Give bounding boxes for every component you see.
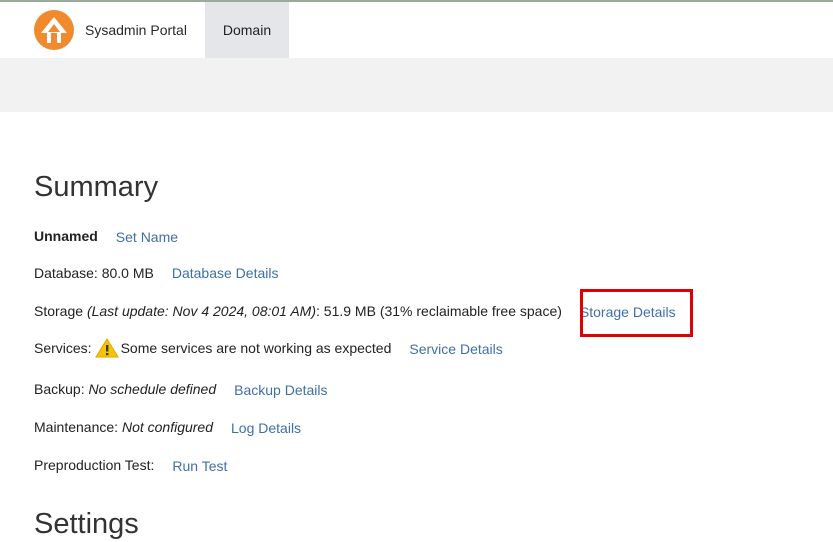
service-details-link[interactable]: Service Details (409, 341, 502, 357)
tab-domain-label: Domain (222, 22, 272, 38)
preproduction-label: Preproduction Test: (34, 457, 155, 473)
backup-row: Backup: No schedule defined Backup Detai… (34, 380, 328, 398)
tab-domain[interactable]: Domain (205, 2, 289, 58)
backup-label: Backup: (34, 381, 85, 397)
preproduction-row: Preproduction Test: Run Test (34, 456, 227, 474)
name-row: Unnamed Set Name (34, 227, 178, 245)
name-value: Unnamed (34, 228, 98, 244)
set-name-link[interactable]: Set Name (116, 229, 178, 245)
database-label: Database: 80.0 MB (34, 265, 154, 281)
storage-details-highlight (580, 289, 693, 337)
subheader-band (0, 58, 833, 112)
services-status: Some services are not working as expecte… (120, 340, 392, 356)
page: Sysadmin Portal Domain Summary Unnamed S… (0, 0, 833, 542)
settings-heading: Settings (34, 508, 139, 540)
storage-label: Storage (34, 303, 84, 319)
run-test-link[interactable]: Run Test (172, 458, 227, 474)
top-bar: Sysadmin Portal Domain (0, 0, 833, 58)
maintenance-value: Not configured (121, 419, 214, 435)
services-label: Services: (34, 340, 92, 356)
backup-value: No schedule defined (88, 381, 217, 397)
brand-title[interactable]: Sysadmin Portal (85, 22, 187, 38)
log-details-link[interactable]: Log Details (231, 420, 301, 436)
summary-heading: Summary (34, 171, 159, 203)
maintenance-label: Maintenance: (34, 419, 119, 435)
services-row: Services: Some services are not working … (34, 338, 503, 358)
storage-last-update: (Last update: Nov 4 2024, 08:01 AM) (86, 303, 317, 319)
database-row: Database: 80.0 MB Database Details (34, 265, 278, 281)
storage-value: : 51.9 MB (31% reclaimable free space) (316, 303, 562, 319)
backup-details-link[interactable]: Backup Details (234, 382, 327, 398)
warning-icon (94, 338, 119, 358)
maintenance-row: Maintenance: Not configured Log Details (34, 418, 301, 436)
app-logo-icon[interactable] (34, 10, 74, 50)
database-details-link[interactable]: Database Details (172, 265, 279, 281)
